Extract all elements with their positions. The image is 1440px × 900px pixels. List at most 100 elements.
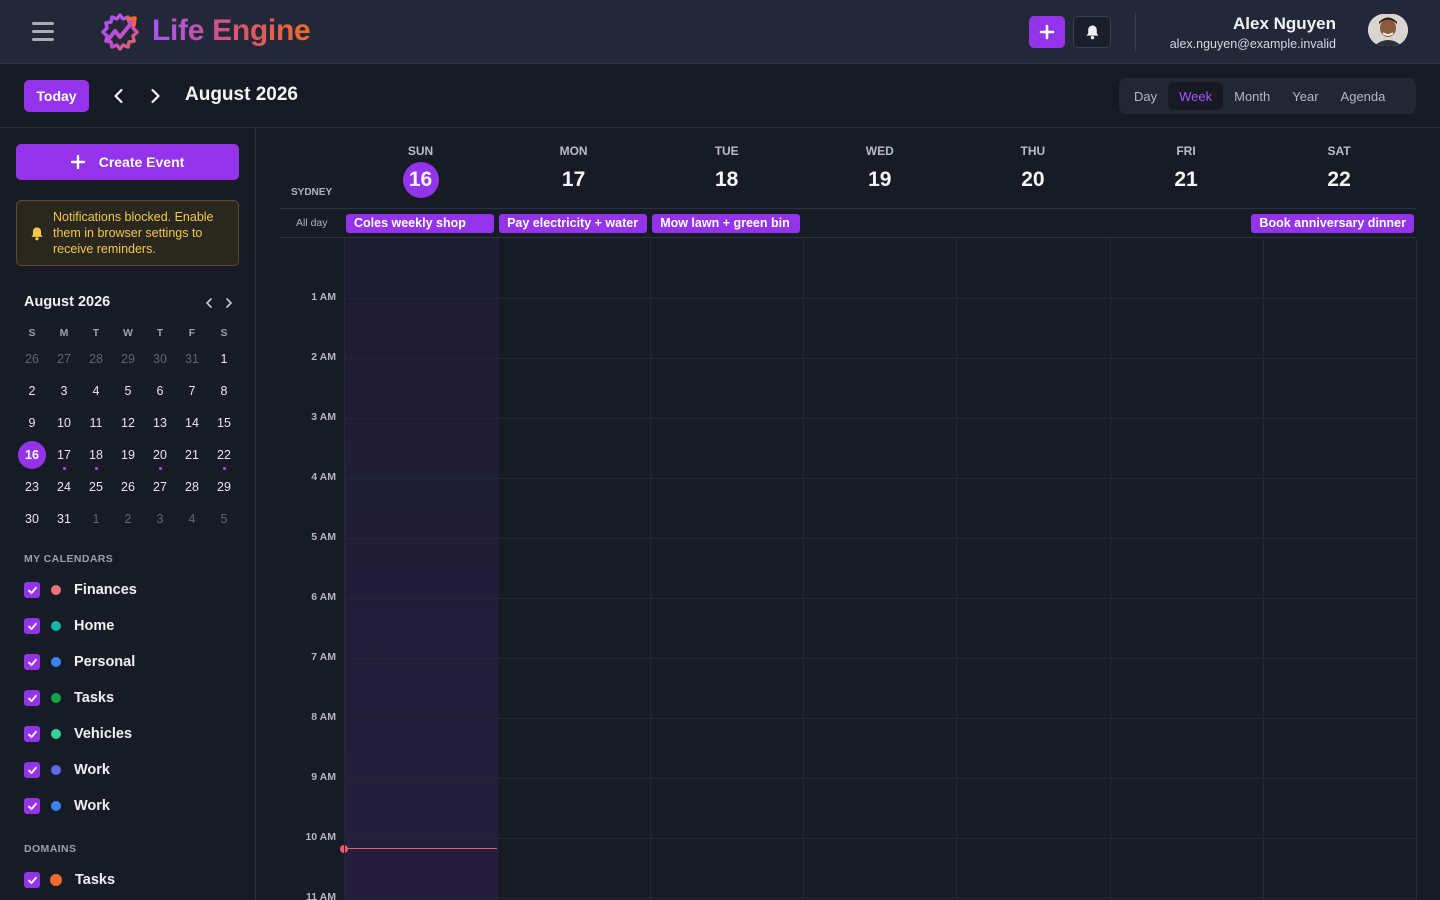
- mini-day[interactable]: 10: [48, 409, 80, 437]
- mini-day[interactable]: 20: [144, 441, 176, 470]
- mini-day[interactable]: 26: [16, 345, 48, 373]
- allday-event[interactable]: Mow lawn + green bin: [652, 214, 801, 233]
- mini-day[interactable]: 18: [80, 441, 112, 470]
- allday-event[interactable]: Book anniversary dinner: [1251, 214, 1414, 233]
- mini-day[interactable]: 12: [112, 409, 144, 437]
- mini-day[interactable]: 2: [112, 505, 144, 533]
- mini-day[interactable]: 30: [144, 345, 176, 373]
- check-icon: [27, 658, 37, 666]
- next-week-button[interactable]: [145, 86, 165, 106]
- mini-day[interactable]: 24: [48, 473, 80, 501]
- mini-day[interactable]: 21: [176, 441, 208, 469]
- day-number-label: 19: [868, 168, 892, 191]
- tab-week[interactable]: Week: [1168, 82, 1224, 110]
- calendar-item[interactable]: Home: [24, 616, 114, 636]
- mini-day[interactable]: 3: [144, 505, 176, 533]
- mini-day-label: 6: [156, 384, 164, 398]
- mini-day[interactable]: 30: [16, 505, 48, 533]
- calendar-item[interactable]: Work: [24, 760, 110, 780]
- previous-week-button[interactable]: [109, 86, 129, 106]
- day-header[interactable]: FRI 21: [1110, 144, 1263, 198]
- mini-day[interactable]: 28: [80, 345, 112, 373]
- mini-day[interactable]: 23: [16, 473, 48, 501]
- allday-event[interactable]: Coles weekly shop: [346, 214, 495, 233]
- calendar-item[interactable]: Personal: [24, 652, 135, 672]
- mini-day[interactable]: 27: [144, 473, 176, 501]
- mini-day[interactable]: 7: [176, 377, 208, 405]
- plus-icon: [70, 155, 85, 169]
- mini-day[interactable]: 1: [208, 345, 240, 373]
- calendar-item[interactable]: Vehicles: [24, 724, 132, 744]
- hour-gridline: [344, 898, 1416, 899]
- mini-day[interactable]: 19: [112, 441, 144, 469]
- mini-day[interactable]: 31: [48, 505, 80, 533]
- hamburger-icon[interactable]: [32, 22, 54, 42]
- mini-day[interactable]: 8: [208, 377, 240, 405]
- calendar-item[interactable]: Finances: [24, 580, 137, 600]
- tab-year[interactable]: Year: [1281, 82, 1329, 110]
- mini-day[interactable]: 9: [16, 409, 48, 437]
- mini-day[interactable]: 29: [208, 473, 240, 501]
- day-header[interactable]: TUE 18: [650, 144, 803, 198]
- time-grid[interactable]: 1 AM 2 AM 3 AM 4 AM 5 AM 6 AM 7 AM 8 AM 9 AM 10 A…: [256, 238, 1440, 900]
- mini-day-label: 22: [217, 448, 231, 462]
- day-header[interactable]: SUN 16: [344, 144, 497, 198]
- mini-day[interactable]: 3: [48, 377, 80, 405]
- mini-day[interactable]: 1: [80, 505, 112, 533]
- today-button[interactable]: Today: [24, 80, 89, 112]
- mini-day[interactable]: 27: [48, 345, 80, 373]
- calendar-checkbox[interactable]: [24, 582, 40, 598]
- event-indicator-dot: [222, 467, 226, 470]
- mini-day[interactable]: 4: [176, 505, 208, 533]
- tab-day[interactable]: Day: [1123, 82, 1168, 110]
- day-header[interactable]: WED 19: [803, 144, 956, 198]
- domain-item[interactable]: Tasks: [24, 870, 115, 890]
- mini-day[interactable]: 13: [144, 409, 176, 437]
- mini-day[interactable]: 5: [208, 505, 240, 533]
- avatar[interactable]: [1368, 14, 1408, 46]
- calendar-checkbox[interactable]: [24, 798, 40, 814]
- calendar-checkbox[interactable]: [24, 690, 40, 706]
- mini-day[interactable]: 17: [48, 441, 80, 470]
- mini-day[interactable]: 5: [112, 377, 144, 405]
- day-name: FRI: [1176, 144, 1196, 158]
- mini-day[interactable]: 22: [208, 441, 240, 470]
- tab-agenda[interactable]: Agenda: [1330, 82, 1397, 110]
- calendar-item[interactable]: Work: [24, 796, 110, 816]
- mini-day[interactable]: 2: [16, 377, 48, 405]
- calendar-item[interactable]: Tasks: [24, 688, 114, 708]
- day-name: WED: [865, 144, 894, 158]
- mini-day[interactable]: 26: [112, 473, 144, 501]
- calendar-checkbox[interactable]: [24, 654, 40, 670]
- mini-next-month-button[interactable]: [223, 297, 235, 309]
- day-header[interactable]: MON 17: [497, 144, 650, 198]
- mini-day[interactable]: 14: [176, 409, 208, 437]
- check-icon: [27, 730, 37, 738]
- mini-day[interactable]: 15: [208, 409, 240, 437]
- mini-day[interactable]: 6: [144, 377, 176, 405]
- calendar-checkbox[interactable]: [24, 618, 40, 634]
- calendar-checkbox[interactable]: [24, 762, 40, 778]
- mini-day[interactable]: 31: [176, 345, 208, 373]
- check-icon: [27, 586, 37, 594]
- mini-day[interactable]: 4: [80, 377, 112, 405]
- day-column-divider: [1109, 238, 1111, 900]
- calendar-checkbox[interactable]: [24, 726, 40, 742]
- mini-day[interactable]: 16: [16, 441, 48, 469]
- mini-day[interactable]: 29: [112, 345, 144, 373]
- domain-checkbox[interactable]: [24, 872, 40, 888]
- mini-prev-month-button[interactable]: [203, 297, 215, 309]
- mini-day[interactable]: 25: [80, 473, 112, 501]
- mini-day[interactable]: 28: [176, 473, 208, 501]
- quick-add-button[interactable]: [1029, 16, 1065, 48]
- mini-day[interactable]: 11: [80, 409, 112, 437]
- tab-month[interactable]: Month: [1223, 82, 1281, 110]
- create-event-button[interactable]: Create Event: [16, 144, 239, 180]
- notifications-button[interactable]: [1073, 16, 1111, 48]
- day-header[interactable]: SAT 22: [1263, 144, 1416, 198]
- mini-day-label: 25: [89, 480, 103, 494]
- allday-event[interactable]: Pay electricity + water: [499, 214, 648, 233]
- mini-week-row: 2 3 4 5 6 7 8: [16, 375, 240, 407]
- day-header[interactable]: THU 20: [956, 144, 1109, 198]
- mini-day-label: 15: [217, 416, 231, 430]
